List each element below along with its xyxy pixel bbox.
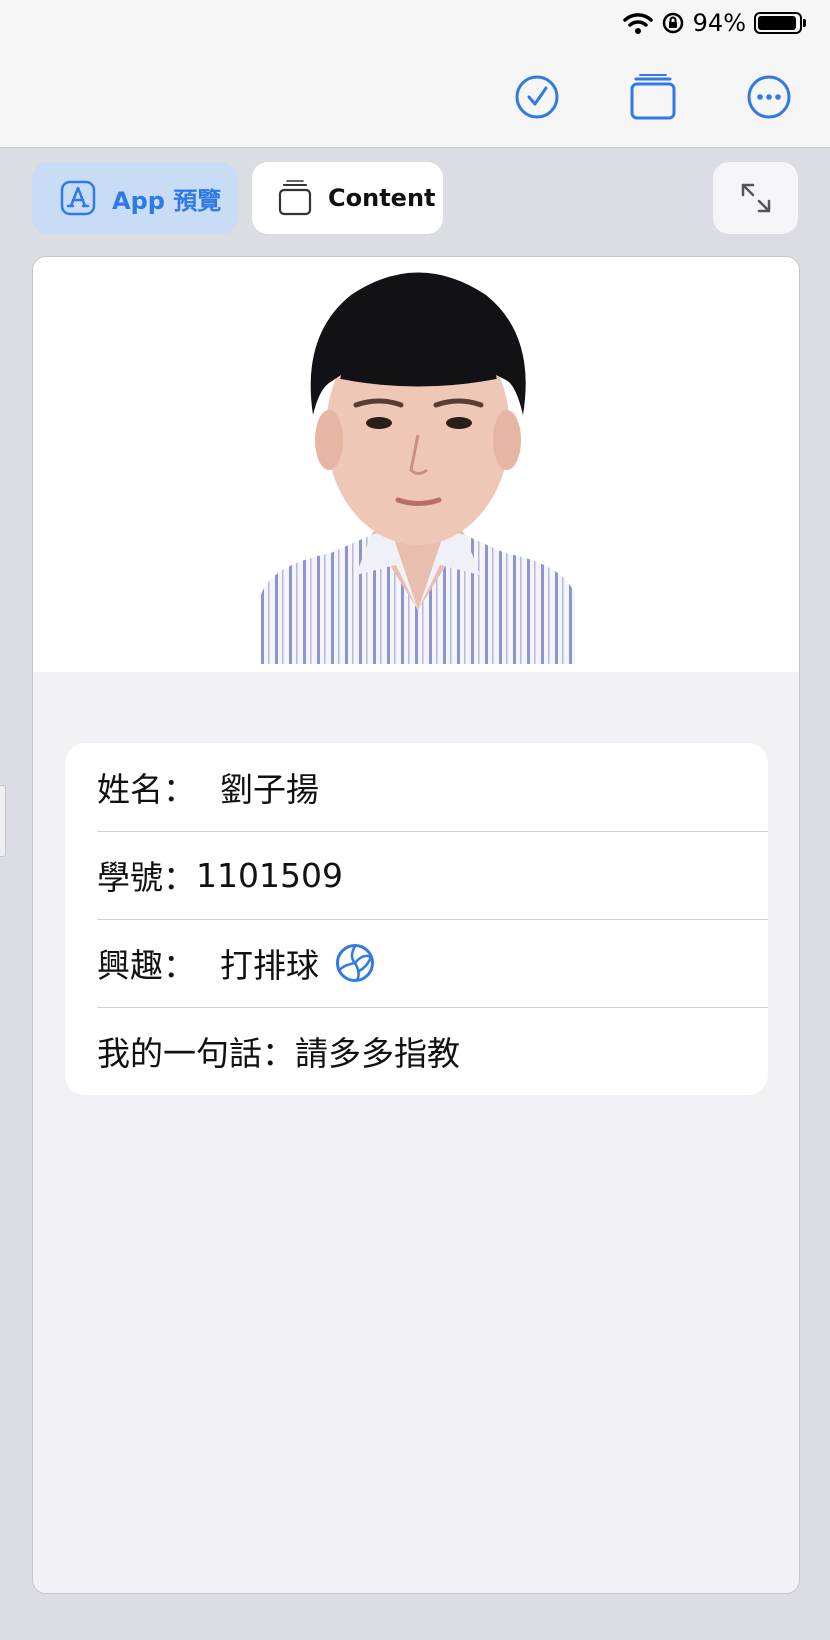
- top-bar: 94%: [0, 0, 830, 148]
- motto-label: 我的一句話：: [97, 1034, 295, 1073]
- done-button[interactable]: [514, 74, 560, 120]
- student-id-label: 學號：: [97, 858, 196, 897]
- expand-button[interactable]: [713, 162, 798, 234]
- list-item-student-id: 學號： 1101509: [65, 831, 768, 919]
- name-value: 劉子揚: [220, 770, 319, 809]
- app-store-icon: [60, 180, 96, 216]
- battery-icon: [754, 12, 806, 34]
- wifi-icon: [622, 13, 653, 34]
- content-tab[interactable]: Content: [252, 162, 443, 234]
- stacked-pages-icon: [630, 74, 676, 120]
- app-preview-label: App 預覽: [112, 186, 222, 215]
- name-label: 姓名：: [97, 770, 196, 809]
- stacked-pages-icon: [278, 180, 312, 216]
- photo-area: [33, 257, 799, 672]
- profile-card: 姓名： 劉子揚 學號： 1101509 興趣： 打排球 我的一句話： 請多多指教: [65, 743, 768, 1095]
- motto-value: 請多多指教: [295, 1034, 460, 1073]
- profile-photo: [261, 272, 575, 664]
- sidebar-handle[interactable]: [0, 785, 6, 857]
- checkmark-circle-icon: [515, 75, 559, 119]
- list-item-motto: 我的一句話： 請多多指教: [65, 1007, 768, 1095]
- student-id-value: 1101509: [196, 855, 343, 895]
- app-preview-canvas: 姓名： 劉子揚 學號： 1101509 興趣： 打排球 我的一句話： 請多多指教: [32, 256, 800, 1594]
- list-item-hobby: 興趣： 打排球: [65, 919, 768, 1007]
- hobby-value: 打排球: [220, 946, 319, 985]
- more-button[interactable]: [746, 74, 792, 120]
- list-item-name: 姓名： 劉子揚: [65, 743, 768, 831]
- hobby-label: 興趣：: [97, 946, 196, 985]
- content-label: Content: [328, 184, 436, 212]
- status-bar: 94%: [622, 8, 806, 38]
- expand-arrows-icon: [741, 183, 770, 213]
- app-preview-tab[interactable]: App 預覽: [32, 162, 238, 234]
- rotation-lock-icon: [662, 12, 683, 34]
- ellipsis-circle-icon: [747, 75, 791, 119]
- volleyball-icon: [336, 944, 374, 982]
- pages-button[interactable]: [630, 74, 676, 120]
- battery-percent: 94%: [692, 9, 746, 37]
